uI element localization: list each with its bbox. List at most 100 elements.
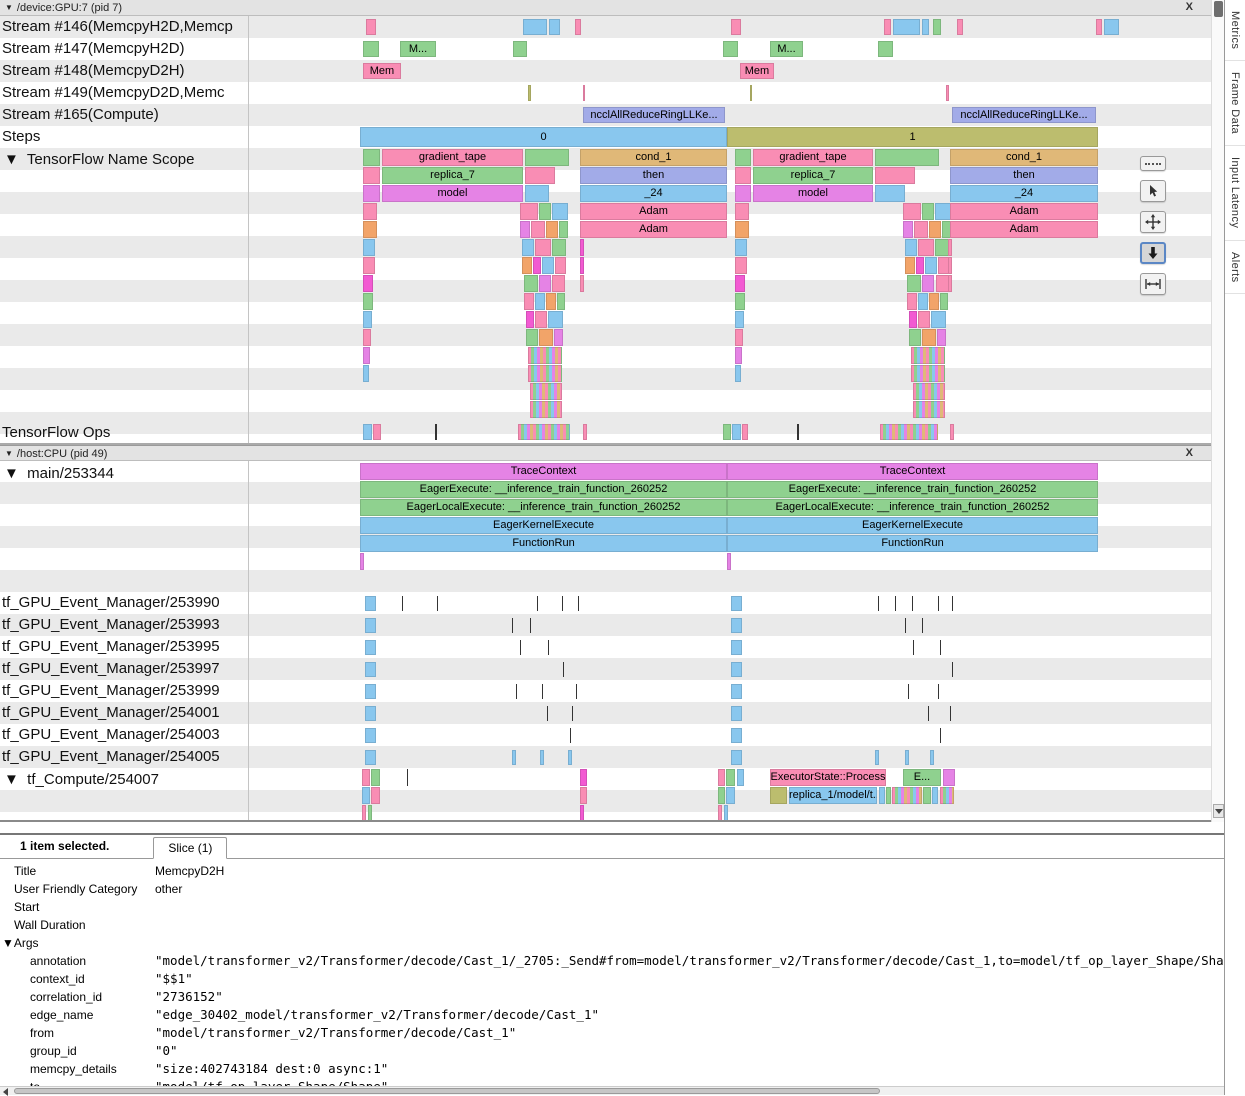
trace-slice[interactable]: gradient_tape (753, 149, 873, 166)
trace-slice[interactable] (940, 728, 941, 743)
trace-slice[interactable] (735, 167, 751, 184)
trace-slice[interactable]: Adam (580, 203, 727, 220)
trace-slice[interactable] (723, 424, 731, 440)
trace-slice[interactable] (516, 684, 517, 699)
args-section-toggle[interactable]: ▼Args (0, 934, 155, 952)
trace-slice[interactable] (875, 750, 879, 765)
trace-slice[interactable] (946, 85, 949, 101)
trace-slice[interactable] (528, 347, 562, 364)
track-label[interactable]: ▼ TensorFlow Name Scope (4, 151, 194, 169)
trace-slice[interactable] (935, 239, 949, 256)
trace-slice[interactable] (531, 221, 545, 238)
vertical-scrollbar-thumb[interactable] (1214, 1, 1223, 17)
trace-slice[interactable] (735, 329, 743, 346)
trace-slice[interactable] (528, 365, 562, 382)
trace-slice[interactable]: M... (770, 41, 803, 57)
trace-slice[interactable] (546, 293, 556, 310)
trace-slice[interactable] (437, 596, 438, 611)
trace-slice[interactable] (909, 329, 921, 346)
trace-slice[interactable] (580, 787, 587, 804)
trace-slice[interactable] (878, 41, 893, 57)
trace-slice[interactable] (938, 684, 939, 699)
trace-slice[interactable]: model (382, 185, 523, 202)
trace-slice[interactable] (540, 750, 544, 765)
trace-slice[interactable] (570, 728, 571, 743)
trace-slice[interactable] (363, 365, 369, 382)
tab-frame-data[interactable]: Frame Data (1225, 61, 1245, 146)
scroll-down-button[interactable] (1213, 804, 1224, 818)
trace-slice[interactable] (539, 203, 551, 220)
trace-slice[interactable] (583, 85, 585, 101)
trace-slice[interactable]: Mem (363, 63, 401, 79)
tool-select-button[interactable] (1140, 180, 1166, 202)
trace-slice[interactable] (731, 640, 742, 655)
trace-slice[interactable] (952, 662, 953, 677)
trace-slice[interactable] (731, 728, 742, 743)
trace-slice[interactable] (884, 19, 891, 35)
trace-slice[interactable] (365, 596, 376, 611)
trace-slice[interactable] (726, 787, 735, 804)
trace-slice[interactable] (535, 293, 545, 310)
trace-slice[interactable] (929, 221, 941, 238)
trace-slice[interactable] (735, 275, 745, 292)
trace-slice[interactable] (373, 424, 381, 440)
trace-slice[interactable] (363, 347, 370, 364)
trace-slice[interactable] (363, 424, 372, 440)
trace-slice[interactable]: E... (903, 769, 941, 786)
trace-slice[interactable] (731, 706, 742, 721)
trace-slice[interactable] (520, 640, 521, 655)
trace-slice[interactable] (737, 769, 744, 786)
trace-slice[interactable]: EagerLocalExecute: __inference_train_fun… (727, 499, 1098, 516)
trace-slice[interactable] (526, 329, 538, 346)
trace-slice[interactable] (546, 221, 558, 238)
trace-slice[interactable] (922, 275, 934, 292)
track-label[interactable]: ▼ main/253344 (4, 465, 114, 483)
trace-slice[interactable] (537, 596, 538, 611)
gpu-section-header[interactable]: ▼/device:GPU:7 (pid 7) X (0, 0, 1211, 16)
trace-slice[interactable]: replica_7 (753, 167, 873, 184)
cpu-section-header[interactable]: ▼/host:CPU (pid 49) X (0, 445, 1211, 461)
trace-slice[interactable] (735, 149, 751, 166)
trace-slice[interactable] (957, 19, 963, 35)
trace-slice[interactable] (525, 167, 555, 184)
trace-slice[interactable]: cond_1 (580, 149, 727, 166)
trace-slice[interactable] (580, 805, 584, 821)
trace-slice[interactable] (368, 805, 372, 821)
tool-ruler-button[interactable] (1140, 156, 1166, 171)
cpu-close-button[interactable]: X (1186, 446, 1193, 461)
trace-slice[interactable] (371, 769, 380, 786)
trace-slice[interactable] (913, 640, 914, 655)
track-label[interactable]: Stream #146(MemcpyH2D,Memcp (2, 18, 233, 36)
trace-slice[interactable] (770, 787, 787, 804)
trace-slice[interactable] (363, 203, 377, 220)
trace-slice[interactable]: FunctionRun (727, 535, 1098, 552)
trace-slice[interactable] (542, 684, 543, 699)
trace-slice[interactable] (940, 293, 948, 310)
trace-slice[interactable] (913, 401, 945, 418)
trace-slice[interactable]: EagerKernelExecute (360, 517, 727, 534)
trace-slice[interactable] (363, 275, 373, 292)
trace-slice[interactable] (892, 787, 922, 804)
trace-slice[interactable] (905, 239, 917, 256)
trace-slice[interactable]: _24 (580, 185, 727, 202)
trace-slice[interactable] (580, 769, 587, 786)
trace-slice[interactable] (731, 662, 742, 677)
track-label[interactable]: ▼ tf_Compute/254007 (4, 771, 159, 789)
trace-slice[interactable]: _24 (950, 185, 1098, 202)
trace-slice[interactable] (907, 275, 921, 292)
trace-slice[interactable] (735, 185, 751, 202)
trace-slice[interactable] (365, 618, 376, 633)
trace-slice[interactable] (362, 787, 370, 804)
tool-zoom-button[interactable] (1140, 242, 1166, 264)
tool-timing-button[interactable] (1140, 273, 1166, 295)
trace-slice[interactable] (539, 275, 551, 292)
trace-slice[interactable] (526, 311, 534, 328)
trace-slice[interactable] (363, 257, 375, 274)
trace-slice[interactable] (407, 769, 408, 786)
trace-slice[interactable] (797, 424, 799, 440)
trace-slice[interactable]: EagerLocalExecute: __inference_train_fun… (360, 499, 727, 516)
trace-slice[interactable]: EagerExecute: __inference_train_function… (727, 481, 1098, 498)
trace-slice[interactable] (523, 19, 547, 35)
trace-slice[interactable] (735, 221, 749, 238)
tab-slice[interactable]: Slice (1) (153, 837, 227, 859)
